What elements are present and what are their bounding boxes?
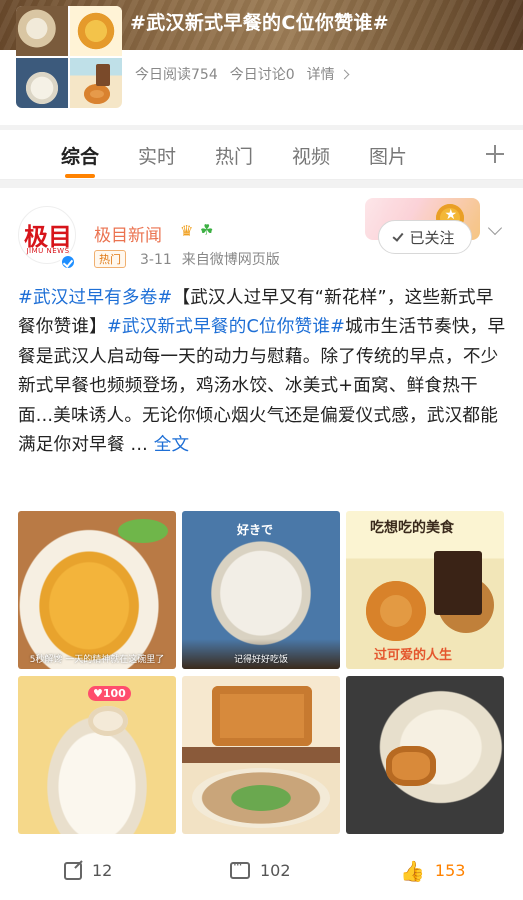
- tab-video[interactable]: 视频: [292, 142, 330, 169]
- share-count: 12: [92, 861, 113, 880]
- chevron-down-icon[interactable]: [487, 220, 503, 236]
- photo-badge: ♥100: [88, 686, 131, 701]
- cover-image: [16, 58, 68, 108]
- member-crown-icon[interactable]: ♛: [180, 222, 193, 240]
- active-tab-indicator: [65, 174, 95, 178]
- comment-icon: [230, 858, 250, 879]
- share-button[interactable]: 12: [64, 861, 112, 880]
- thumbs-up-icon: 👍: [400, 858, 425, 883]
- discuss-count: 今日讨论0: [229, 67, 295, 83]
- topic-header: #武汉新式早餐的C位你赞谁# 今日阅读754 今日讨论0 详情: [0, 0, 523, 125]
- tab-pictures[interactable]: 图片: [369, 142, 407, 169]
- photo-caption: 5秒解馋 一天的精神就在这碗里了: [29, 655, 165, 665]
- read-count: 今日阅读754: [135, 67, 218, 83]
- tab-realtime[interactable]: 实时: [138, 142, 176, 169]
- cover-image: [70, 58, 122, 108]
- post-image[interactable]: 好きで 记得好好吃饭: [182, 511, 340, 669]
- post-card: 极目 JIMU NEWS 极目新闻 ♛ ☘ 热门 3-11来自微博网页版 已关注…: [0, 188, 523, 900]
- tab-comprehensive[interactable]: 综合: [61, 142, 99, 169]
- post-image[interactable]: [346, 676, 504, 834]
- plus-icon[interactable]: [486, 145, 504, 163]
- follow-button[interactable]: 已关注: [378, 220, 472, 254]
- share-icon: [64, 861, 82, 880]
- tab-bar: 综合 实时 热门 视频 图片: [0, 130, 523, 180]
- like-button[interactable]: 👍 153: [400, 858, 466, 883]
- hashtag-link[interactable]: #武汉新式早餐的C位你赞谁#: [107, 317, 345, 337]
- photo-label: 过可爱的人生: [374, 648, 453, 663]
- chevron-right-icon: [339, 69, 350, 79]
- tab-hot[interactable]: 热门: [215, 142, 253, 169]
- post-source: 来自微博网页版: [181, 252, 280, 268]
- action-bar: 12 102 👍 153: [0, 853, 523, 893]
- post-text: #武汉过早有多卷#【武汉人过早又有“新花样”，这些新式早餐你赞谁】#武汉新式早餐…: [18, 284, 508, 460]
- hot-badge: 热门: [94, 250, 126, 268]
- photo-caption: 记得好好吃饭: [233, 655, 288, 665]
- topic-title: #武汉新式早餐的C位你赞谁#: [130, 12, 389, 34]
- post-image[interactable]: [182, 676, 340, 834]
- photo-label: 好きで: [237, 523, 274, 537]
- hashtag-link[interactable]: #武汉过早有多卷#: [18, 288, 172, 308]
- image-grid: 5秒解馋 一天的精神就在这碗里了 好きで 记得好好吃饭 吃想吃的美食 过可爱的人…: [18, 511, 506, 834]
- post-text-part: 城市生活节奏快，早餐是武汉人启动每一天的动力与慰藉。除了传统的早点，不少新式早餐…: [18, 317, 506, 456]
- follow-label: 已关注: [409, 228, 455, 247]
- comment-count: 102: [260, 861, 291, 880]
- verified-icon: [60, 254, 76, 270]
- photo-label: 吃想吃的美食: [370, 520, 454, 536]
- cover-image: [70, 6, 122, 56]
- full-text-link[interactable]: 全文: [154, 435, 190, 455]
- post-meta: 3-11 来自微博网页版: [140, 249, 280, 269]
- post-image[interactable]: 5秒解馋 一天的精神就在这碗里了: [18, 511, 176, 669]
- author-name[interactable]: 极目新闻: [94, 221, 162, 246]
- comment-button[interactable]: 102: [230, 858, 291, 880]
- post-image[interactable]: ♥100: [18, 676, 176, 834]
- like-count: 153: [434, 861, 466, 880]
- topic-stats: 今日阅读754 今日讨论0 详情: [135, 64, 350, 84]
- check-icon: [392, 229, 404, 242]
- details-label: 详情: [306, 67, 335, 83]
- post-date: 3-11: [140, 252, 172, 268]
- details-link[interactable]: 详情: [306, 64, 350, 84]
- cover-image: [16, 6, 68, 56]
- topic-cover[interactable]: [16, 6, 122, 108]
- clover-icon[interactable]: ☘: [200, 221, 213, 239]
- post-image[interactable]: 吃想吃的美食 过可爱的人生: [346, 511, 504, 669]
